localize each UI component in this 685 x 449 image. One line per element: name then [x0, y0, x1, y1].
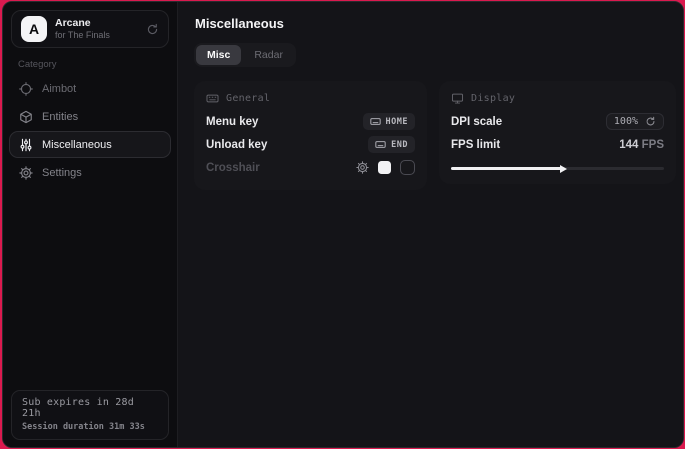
brand-card: A Arcane for The Finals	[11, 10, 169, 48]
slider-handle[interactable]	[560, 165, 567, 173]
sidebar-item-label: Entities	[42, 111, 78, 123]
tab-radar[interactable]: Radar	[243, 45, 294, 65]
cube-icon	[19, 110, 33, 124]
crosshair-controls	[356, 160, 415, 175]
brand-subtitle: for The Finals	[55, 30, 110, 40]
keyboard-icon	[370, 116, 381, 127]
keyboard-icon	[206, 92, 219, 105]
unload-key-bind-button[interactable]: END	[368, 136, 415, 153]
brand-text: Arcane for The Finals	[55, 17, 110, 40]
fps-limit-slider[interactable]	[451, 164, 664, 173]
menu-key-bind-button[interactable]: HOME	[363, 113, 415, 130]
fps-limit-value: 144 FPS	[619, 139, 664, 151]
display-card: Display DPI scale 100% FPS limit	[439, 81, 676, 184]
fps-limit-label: FPS limit	[451, 139, 500, 151]
crosshair-label: Crosshair	[206, 162, 260, 174]
brand-title: Arcane	[55, 17, 110, 29]
monitor-icon	[451, 92, 464, 105]
sidebar-item-entities[interactable]: Entities	[9, 103, 171, 130]
sidebar-item-label: Miscellaneous	[42, 139, 112, 151]
slider-fill	[451, 167, 562, 170]
keyboard-icon	[375, 139, 386, 150]
session-duration-text: Session duration 31m 33s	[22, 422, 158, 432]
sidebar: A Arcane for The Finals Category Aim	[3, 2, 178, 447]
sidebar-item-miscellaneous[interactable]: Miscellaneous	[9, 131, 171, 158]
dpi-scale-row: DPI scale 100%	[451, 110, 664, 133]
subscription-status-card: Sub expires in 28d 21h Session duration …	[11, 390, 169, 440]
unload-key-label: Unload key	[206, 139, 267, 151]
general-card-header: General	[206, 90, 415, 110]
sliders-icon	[19, 138, 33, 152]
cards-row: General Menu key HOME Unload key	[194, 81, 676, 190]
menu-key-row: Menu key HOME	[206, 110, 415, 133]
crosshair-color-swatch[interactable]	[378, 161, 391, 174]
fps-limit-row: FPS limit 144 FPS	[451, 133, 664, 156]
general-card: General Menu key HOME Unload key	[194, 81, 427, 190]
sidebar-item-label: Settings	[42, 167, 82, 179]
display-card-title: Display	[471, 93, 515, 104]
menu-key-label: Menu key	[206, 116, 258, 128]
main-panel: Miscellaneous Misc Radar General	[178, 2, 684, 447]
sidebar-item-label: Aimbot	[42, 83, 76, 95]
crosshair-icon	[19, 82, 33, 96]
page-title: Miscellaneous	[195, 16, 676, 31]
fps-number: 144	[619, 139, 638, 151]
gear-icon	[19, 166, 33, 180]
unload-key-row: Unload key END	[206, 133, 415, 156]
dpi-scale-control[interactable]: 100%	[606, 113, 664, 130]
tab-bar: Misc Radar	[194, 43, 296, 67]
sub-expiry-text: Sub expires in 28d 21h	[22, 397, 158, 419]
unload-key-value: END	[391, 140, 408, 150]
general-card-title: General	[226, 93, 270, 104]
sidebar-item-settings[interactable]: Settings	[9, 159, 171, 186]
sidebar-nav: Aimbot Entities Miscellaneous	[3, 75, 177, 187]
brand-initial: A	[29, 21, 39, 37]
reset-icon[interactable]	[645, 116, 656, 127]
dpi-scale-value: 100%	[614, 116, 638, 127]
crosshair-checkbox[interactable]	[400, 160, 415, 175]
tab-misc[interactable]: Misc	[196, 45, 241, 65]
display-card-header: Display	[451, 90, 664, 110]
brand-logo: A	[21, 16, 47, 42]
desktop-background: { "colors": { "desktop_accent": "#da1a4f…	[0, 0, 685, 449]
refresh-icon[interactable]	[146, 23, 159, 36]
category-label: Category	[18, 59, 177, 70]
sidebar-item-aimbot[interactable]: Aimbot	[9, 75, 171, 102]
dpi-scale-label: DPI scale	[451, 116, 502, 128]
menu-key-value: HOME	[386, 117, 408, 127]
fps-unit: FPS	[638, 139, 664, 151]
crosshair-settings-gear-icon[interactable]	[356, 161, 369, 174]
crosshair-row: Crosshair	[206, 156, 415, 179]
app-window: A Arcane for The Finals Category Aim	[2, 1, 684, 448]
